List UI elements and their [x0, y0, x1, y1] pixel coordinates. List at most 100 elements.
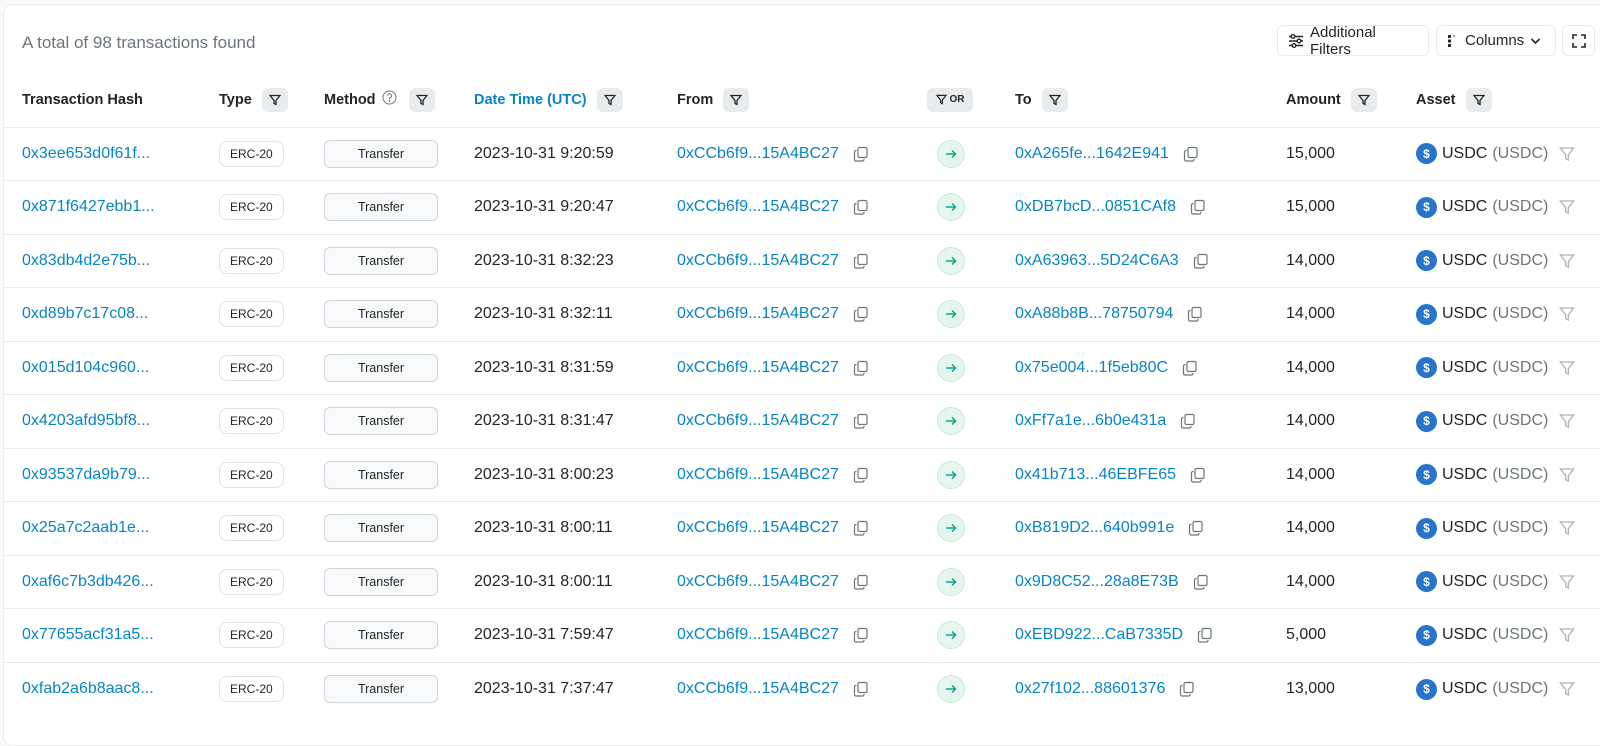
transaction-hash-link[interactable]: 0x93537da9b79...: [22, 466, 150, 483]
transaction-hash-link[interactable]: 0x77655acf31a5...: [22, 626, 154, 643]
filter-icon[interactable]: [1350, 87, 1377, 112]
transaction-hash-link[interactable]: 0x871f6427ebb1...: [22, 198, 155, 215]
asset-name-link[interactable]: USDC: [1442, 680, 1487, 698]
transaction-hash-link[interactable]: 0x015d104c960...: [22, 359, 149, 376]
from-address-link[interactable]: 0xCCb6f9...15A4BC27: [677, 626, 839, 644]
filter-icon[interactable]: [1041, 87, 1068, 112]
or-filter-button[interactable]: OR: [927, 87, 973, 112]
usdc-coin-icon: $: [1416, 571, 1437, 593]
copy-icon[interactable]: [1182, 360, 1198, 376]
header-date-time[interactable]: Date Time (UTC): [474, 73, 677, 127]
additional-filters-button[interactable]: Additional Filters: [1277, 24, 1429, 58]
filter-icon[interactable]: [408, 87, 435, 112]
to-address-link[interactable]: 0xDB7bcD...0851CAf8: [1015, 198, 1176, 216]
to-address-link[interactable]: 0xA88b8B...78750794: [1015, 305, 1173, 323]
to-address-link[interactable]: 0x75e004...1f5eb80C: [1015, 359, 1168, 377]
filter-icon[interactable]: [1559, 467, 1576, 483]
to-address-link[interactable]: 0xA63963...5D24C6A3: [1015, 252, 1179, 270]
copy-icon[interactable]: [853, 520, 869, 536]
filter-icon[interactable]: [261, 87, 288, 112]
filter-icon[interactable]: [1559, 681, 1576, 697]
copy-icon[interactable]: [1197, 627, 1213, 643]
copy-icon[interactable]: [853, 467, 869, 483]
expand-icon: [1571, 33, 1586, 48]
copy-icon[interactable]: [1179, 681, 1195, 697]
copy-icon[interactable]: [853, 574, 869, 590]
transaction-hash-link[interactable]: 0x25a7c2aab1e...: [22, 519, 149, 536]
from-address-link[interactable]: 0xCCb6f9...15A4BC27: [677, 573, 839, 591]
from-address-link[interactable]: 0xCCb6f9...15A4BC27: [677, 198, 839, 216]
from-address-link[interactable]: 0xCCb6f9...15A4BC27: [677, 412, 839, 430]
copy-icon[interactable]: [853, 253, 869, 269]
asset-name-link[interactable]: USDC: [1442, 145, 1487, 163]
asset-symbol: (USDC): [1492, 305, 1549, 323]
asset-name-link[interactable]: USDC: [1442, 626, 1487, 644]
filter-icon[interactable]: [1559, 520, 1576, 536]
to-address-link[interactable]: 0xFf7a1e...6b0e431a: [1015, 412, 1166, 430]
transaction-hash-link[interactable]: 0x3ee653d0f61f...: [22, 145, 150, 162]
copy-icon[interactable]: [853, 681, 869, 697]
from-address-link[interactable]: 0xCCb6f9...15A4BC27: [677, 519, 839, 537]
to-address-link[interactable]: 0x9D8C52...28a8E73B: [1015, 573, 1179, 591]
filter-icon[interactable]: [1559, 627, 1576, 643]
filter-icon[interactable]: [1465, 87, 1492, 112]
asset-name-link[interactable]: USDC: [1442, 359, 1487, 377]
copy-icon[interactable]: [853, 306, 869, 322]
usdc-coin-icon: $: [1416, 517, 1437, 539]
copy-icon[interactable]: [1188, 520, 1204, 536]
copy-icon[interactable]: [1190, 467, 1206, 483]
transaction-hash-link[interactable]: 0x83db4d2e75b...: [22, 252, 150, 269]
to-address-link[interactable]: 0x41b713...46EBFE65: [1015, 466, 1176, 484]
copy-icon[interactable]: [1183, 146, 1199, 162]
from-address-link[interactable]: 0xCCb6f9...15A4BC27: [677, 252, 839, 270]
from-address-link[interactable]: 0xCCb6f9...15A4BC27: [677, 305, 839, 323]
transaction-hash-link[interactable]: 0xfab2a6b8aac8...: [22, 680, 154, 697]
filter-icon[interactable]: [1559, 199, 1576, 215]
asset-name-link[interactable]: USDC: [1442, 573, 1487, 591]
filter-icon[interactable]: [1559, 253, 1576, 269]
asset-name-link[interactable]: USDC: [1442, 305, 1487, 323]
table-row: 0x4203afd95bf8... ERC-20 Transfer 2023-1…: [4, 394, 1600, 449]
copy-icon[interactable]: [1190, 199, 1206, 215]
copy-icon[interactable]: [853, 199, 869, 215]
asset-name-link[interactable]: USDC: [1442, 466, 1487, 484]
filter-icon[interactable]: [1559, 574, 1576, 590]
type-badge: ERC-20: [219, 622, 284, 649]
transaction-hash-link[interactable]: 0xd89b7c17c08...: [22, 305, 148, 322]
date-time: 2023-10-31 8:00:23: [474, 465, 614, 483]
copy-icon[interactable]: [853, 413, 869, 429]
copy-icon[interactable]: [853, 146, 869, 162]
to-address-link[interactable]: 0x27f102...88601376: [1015, 680, 1165, 698]
fullscreen-button[interactable]: [1562, 25, 1595, 56]
from-address-link[interactable]: 0xCCb6f9...15A4BC27: [677, 466, 839, 484]
filter-icon[interactable]: [1559, 360, 1576, 376]
type-badge: ERC-20: [219, 408, 284, 435]
filter-icon[interactable]: [723, 87, 750, 112]
from-address-link[interactable]: 0xCCb6f9...15A4BC27: [677, 145, 839, 163]
from-address-link[interactable]: 0xCCb6f9...15A4BC27: [677, 680, 839, 698]
filter-icon[interactable]: [1559, 306, 1576, 322]
copy-icon[interactable]: [1187, 306, 1203, 322]
filter-icon[interactable]: [1559, 146, 1576, 162]
to-address-link[interactable]: 0xA265fe...1642E941: [1015, 145, 1169, 163]
copy-icon[interactable]: [1193, 253, 1209, 269]
to-address-link[interactable]: 0xEBD922...CaB7335D: [1015, 626, 1183, 644]
asset-name-link[interactable]: USDC: [1442, 412, 1487, 430]
arrow-right-icon: [937, 567, 965, 596]
from-address-link[interactable]: 0xCCb6f9...15A4BC27: [677, 359, 839, 377]
transaction-hash-link[interactable]: 0xaf6c7b3db426...: [22, 573, 154, 590]
asset-name-link[interactable]: USDC: [1442, 252, 1487, 270]
filter-icon[interactable]: [596, 87, 623, 112]
copy-icon[interactable]: [853, 627, 869, 643]
copy-icon[interactable]: [853, 360, 869, 376]
asset-symbol: (USDC): [1492, 519, 1549, 537]
copy-icon[interactable]: [1193, 574, 1209, 590]
asset-name-link[interactable]: USDC: [1442, 519, 1487, 537]
table-row: 0x77655acf31a5... ERC-20 Transfer 2023-1…: [4, 608, 1600, 663]
columns-button[interactable]: Columns: [1436, 25, 1556, 56]
to-address-link[interactable]: 0xB819D2...640b991e: [1015, 519, 1174, 537]
copy-icon[interactable]: [1180, 413, 1196, 429]
filter-icon[interactable]: [1559, 413, 1576, 429]
transaction-hash-link[interactable]: 0x4203afd95bf8...: [22, 412, 150, 429]
asset-name-link[interactable]: USDC: [1442, 198, 1487, 216]
